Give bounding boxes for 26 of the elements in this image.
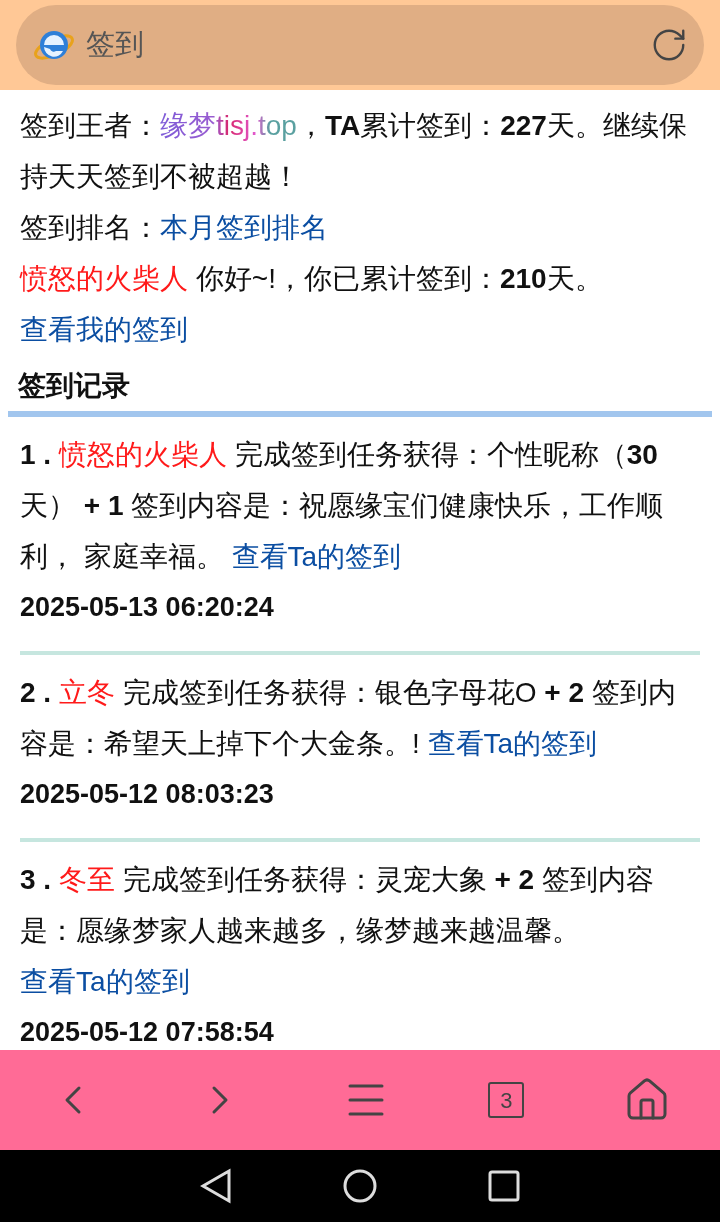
ranking-paragraph: 签到排名：本月签到排名 (20, 211, 329, 245)
page-title: 签到 (86, 27, 145, 63)
my-checkin-link[interactable]: 查看我的签到 (20, 314, 188, 345)
user-link[interactable]: 冬至 (58, 864, 115, 895)
record-text: 1 . 愤怒的火柴人 完成签到任务获得：个性昵称（30天） + 1 签到内容是：祝愿缘宝们健康快乐，工作顺利， 家庭幸福。 查看Ta的签到 (20, 438, 665, 574)
king-paragraph: 签到王者：缘梦tisj.top，TA累计签到：227天。继续保持天天签到不被超越！ (20, 109, 688, 194)
site-link[interactable]: 缘梦tisj.top (160, 110, 297, 141)
user-link[interactable]: 立冬 (58, 677, 115, 708)
back-icon[interactable] (200, 1168, 232, 1204)
record-text: 2 . 立冬 完成签到任务获得：银色字母花O + 2 签到内容是：希望天上掉下个大金条。! 查看Ta的签到 (20, 676, 677, 761)
address-bar[interactable]: 签到 (16, 5, 704, 85)
record-time: 2025-05-12 08:03:23 (20, 778, 275, 811)
user-link[interactable]: 愤怒的火柴人 (20, 263, 188, 294)
user-link[interactable]: 愤怒的火柴人 (58, 439, 227, 470)
record-time: 2025-05-13 06:20:24 (20, 591, 275, 624)
view-checkin-link[interactable]: 查看Ta的签到 (20, 966, 190, 997)
recents-icon[interactable] (488, 1170, 520, 1202)
section-title: 签到记录 (17, 369, 131, 403)
record-text: 3 . 冬至 完成签到任务获得：灵宠大象 + 2 签到内容是：愿缘梦家人越来越多，缘梦越来越温馨。 查看Ta的签到 (20, 863, 655, 999)
tabs-button[interactable]: 3 (488, 1082, 525, 1118)
greeting-paragraph: 愤怒的火柴人 你好~!，你已累计签到：210天。 查看我的签到 (20, 262, 604, 347)
home-icon[interactable] (342, 1168, 378, 1204)
ranking-link[interactable]: 本月签到排名 (160, 212, 328, 243)
view-checkin-link[interactable]: 查看Ta的签到 (231, 541, 402, 572)
view-checkin-link[interactable]: 查看Ta的签到 (427, 728, 598, 759)
record-time: 2025-05-12 07:58:54 (20, 1016, 275, 1049)
